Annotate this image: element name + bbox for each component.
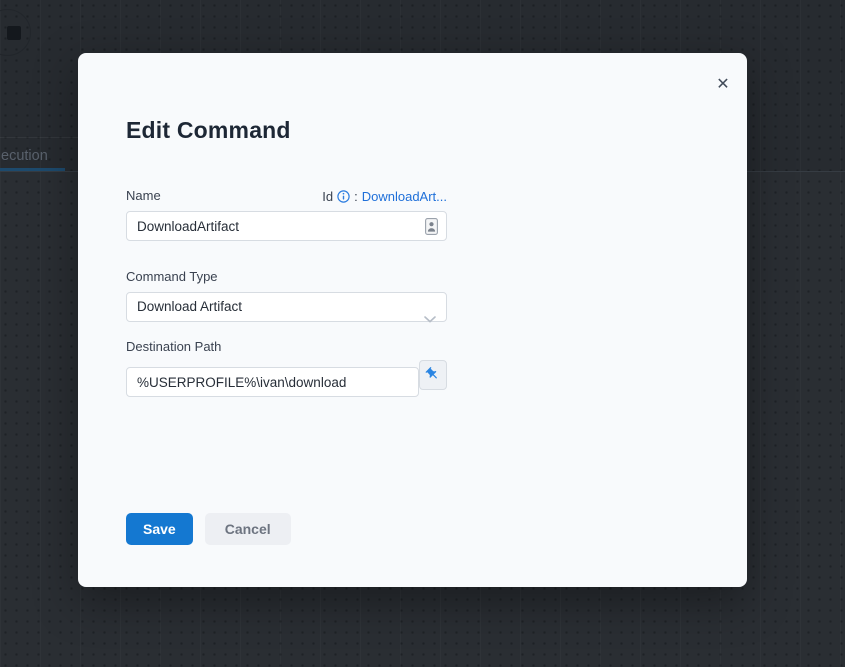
toolbar-divider (0, 137, 78, 138)
cancel-button[interactable]: Cancel (205, 513, 291, 545)
pushpin-icon (421, 363, 444, 386)
close-button[interactable]: ✕ (709, 70, 737, 98)
tab-active-underline (0, 168, 65, 171)
destination-path-label: Destination Path (126, 339, 221, 355)
app-window: ecution ✕ Edit Command Name Id (0, 0, 845, 667)
name-input[interactable] (126, 211, 447, 241)
destination-path-group: Destination Path (126, 339, 447, 397)
save-button[interactable]: Save (126, 513, 193, 545)
name-label: Name (126, 188, 161, 204)
tab-execution-label: ecution (1, 148, 48, 164)
id-label: Id (322, 189, 333, 204)
chevron-down-icon (424, 305, 436, 333)
info-icon[interactable] (337, 190, 350, 203)
destination-path-input[interactable] (126, 367, 419, 397)
pin-button[interactable] (419, 360, 447, 390)
stop-icon (7, 26, 21, 40)
command-id-row: Id : DownloadArt... (322, 189, 447, 204)
command-type-group: Command Type Download Artifact (126, 269, 447, 322)
id-link[interactable]: DownloadArt... (362, 189, 447, 204)
command-type-label: Command Type (126, 269, 218, 285)
modal-title: Edit Command (126, 115, 747, 145)
id-separator: : (354, 189, 358, 204)
command-type-value: Download Artifact (137, 299, 242, 314)
edit-command-modal: ✕ Edit Command Name Id (78, 53, 747, 587)
command-type-select[interactable]: Download Artifact (126, 292, 447, 322)
close-icon: ✕ (716, 74, 729, 93)
modal-actions: Save Cancel (126, 513, 447, 545)
name-field-group: Name Id : DownloadArt... (126, 188, 447, 241)
